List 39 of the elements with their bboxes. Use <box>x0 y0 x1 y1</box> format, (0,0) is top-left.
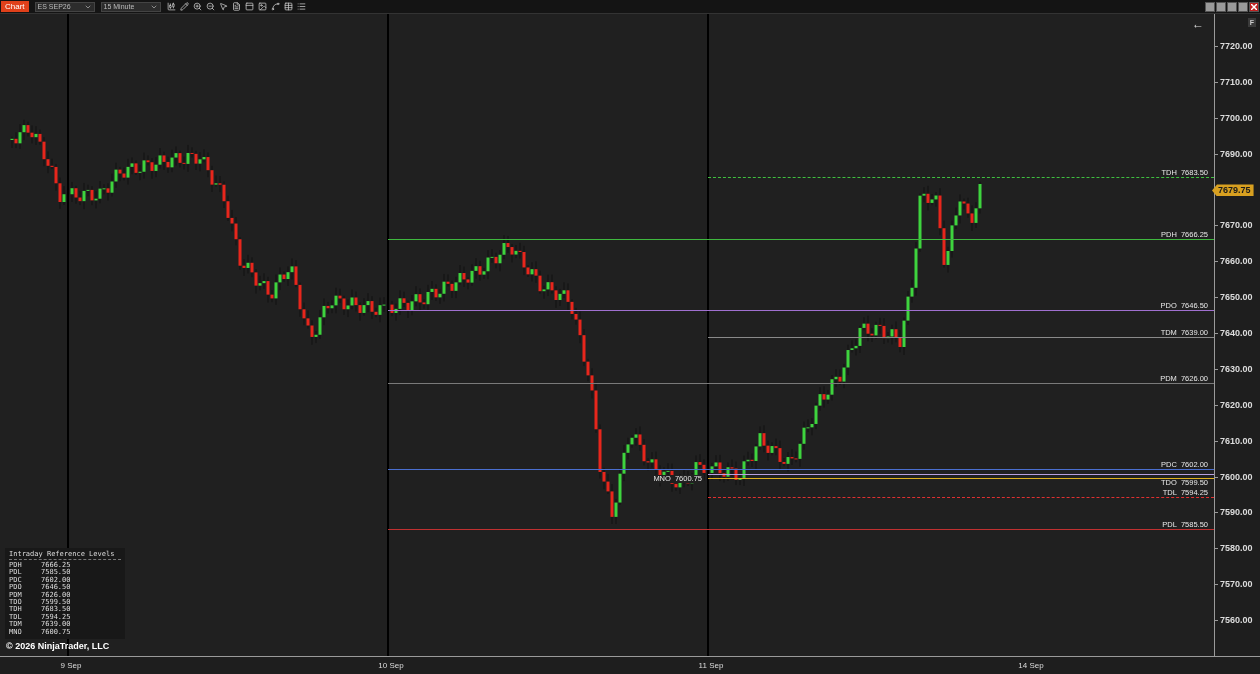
price-label: 7700.00 <box>1220 112 1253 123</box>
spline-icon[interactable] <box>270 2 280 11</box>
document-icon[interactable] <box>231 2 241 11</box>
date-label: 14 Sep <box>1018 661 1044 670</box>
close-icon <box>1251 3 1257 10</box>
close-button[interactable] <box>1249 1 1259 12</box>
list-icon[interactable] <box>296 2 306 11</box>
price-label: 7560.00 <box>1220 615 1253 625</box>
price-label: 7660.00 <box>1220 256 1253 267</box>
candlestick-icon[interactable] <box>166 2 176 11</box>
current-price-tag: 7679.75 <box>1212 184 1254 197</box>
date-label: 9 Sep <box>60 661 82 670</box>
price-label: 7590.00 <box>1220 507 1253 518</box>
window-button[interactable] <box>1205 1 1215 12</box>
price-label: 7570.00 <box>1220 579 1253 590</box>
pointer-icon[interactable] <box>218 2 228 11</box>
price-label: 7580.00 <box>1220 543 1253 554</box>
price-label: 7600.00 <box>1220 471 1253 482</box>
date-label: 11 Sep <box>698 661 724 670</box>
table-icon[interactable] <box>283 2 293 11</box>
price-label: 7710.00 <box>1220 76 1253 87</box>
price-label: 7640.00 <box>1220 328 1253 338</box>
price-label: 7610.00 <box>1220 435 1253 446</box>
copyright-text: © 2026 NinjaTrader, LLC <box>6 641 110 651</box>
price-label: 7670.00 <box>1220 220 1253 231</box>
back-arrow[interactable]: ← <box>1192 18 1204 30</box>
zoom-out-icon[interactable] <box>205 2 215 11</box>
price-label: 7620.00 <box>1220 399 1253 410</box>
window-button[interactable] <box>1216 1 1226 12</box>
price-label: 7690.00 <box>1220 148 1253 159</box>
pencil-icon[interactable] <box>179 2 189 11</box>
date-label: 10 Sep <box>378 661 404 670</box>
chart-tab[interactable]: Chart <box>1 1 29 12</box>
price-label: 7630.00 <box>1220 363 1253 374</box>
panel-icon[interactable] <box>244 2 254 11</box>
price-label: 7650.00 <box>1220 292 1253 303</box>
price-label: 7720.00 <box>1220 41 1253 51</box>
image-icon[interactable] <box>257 2 267 11</box>
zoom-in-icon[interactable] <box>192 2 202 11</box>
